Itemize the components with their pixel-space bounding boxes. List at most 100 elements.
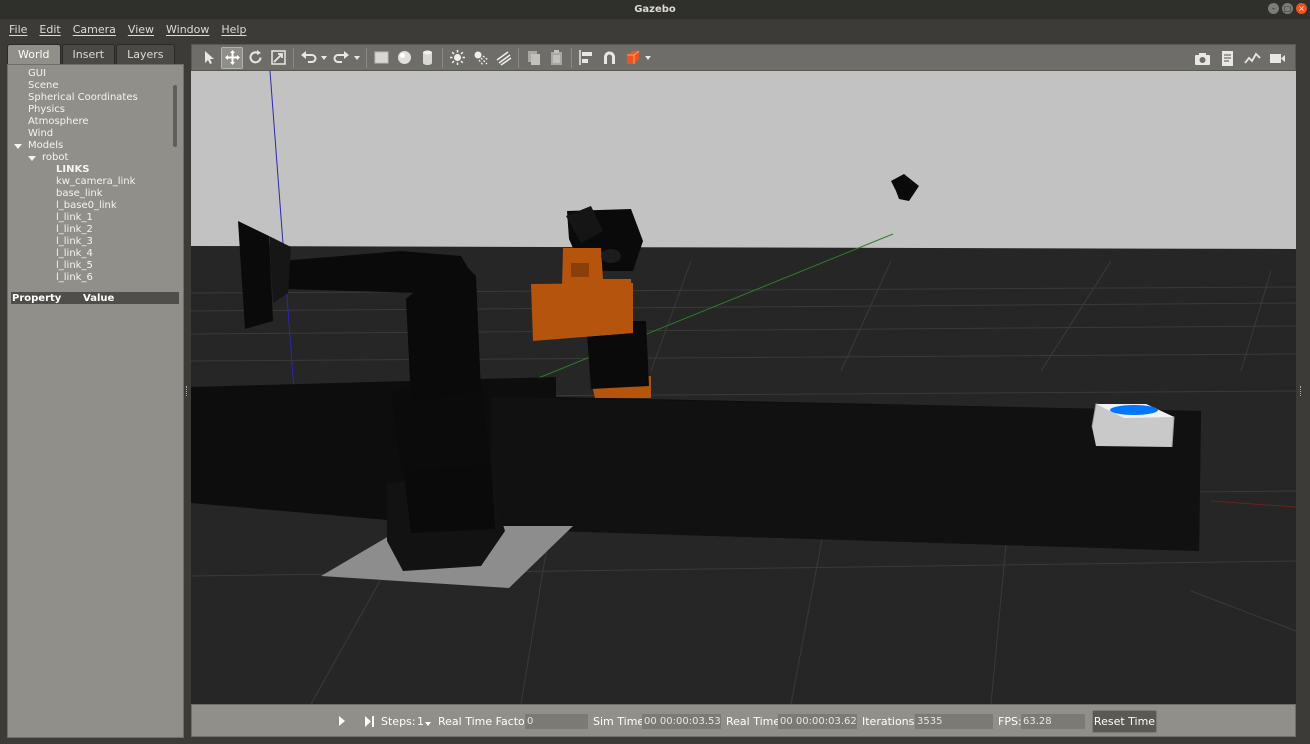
step-icon[interactable] bbox=[364, 716, 375, 727]
tree-scrollbar[interactable] bbox=[173, 85, 177, 147]
directional-light-icon[interactable] bbox=[492, 47, 514, 69]
redo-icon[interactable] bbox=[330, 47, 352, 69]
property-table-header: Property Value bbox=[11, 292, 179, 304]
tree-item[interactable]: l_link_4 bbox=[8, 248, 173, 260]
rotate-icon[interactable] bbox=[244, 47, 266, 69]
sphere-icon[interactable] bbox=[393, 47, 415, 69]
window-title: Gazebo bbox=[634, 4, 676, 15]
fps-label: FPS: bbox=[998, 715, 1022, 728]
menu-file[interactable]: File bbox=[3, 19, 33, 40]
tree-item-label: GUI bbox=[28, 68, 47, 79]
maximize-icon[interactable]: □ bbox=[1282, 3, 1293, 14]
redo-dropdown-icon[interactable] bbox=[353, 47, 361, 69]
tree-item-label: l_base0_link bbox=[56, 200, 117, 211]
iterations-label: Iterations: bbox=[862, 715, 919, 728]
tab-insert[interactable]: Insert bbox=[61, 44, 116, 64]
menu-view[interactable]: View bbox=[122, 19, 160, 40]
video-record-icon[interactable] bbox=[1266, 47, 1288, 69]
tree-item-label: l_link_6 bbox=[56, 272, 93, 283]
gazebo-window: Gazebo – □ × File Edit Camera View Windo… bbox=[0, 0, 1310, 744]
tree-item[interactable]: base_link bbox=[8, 188, 173, 200]
steps-value[interactable]: 1 bbox=[417, 705, 424, 738]
toolbar-separator bbox=[366, 47, 367, 68]
menu-window[interactable]: Window bbox=[160, 19, 215, 40]
toolbar bbox=[191, 44, 1296, 71]
real-time-field: 00 00:00:03.628 bbox=[778, 714, 857, 729]
target-marker bbox=[1110, 405, 1158, 415]
view-angle-icon[interactable] bbox=[621, 47, 643, 69]
tree-item[interactable]: robot bbox=[8, 152, 173, 164]
menu-bar: File Edit Camera View Window Help bbox=[0, 19, 1310, 40]
tree-item[interactable]: Models bbox=[8, 140, 173, 152]
steps-dropdown-icon[interactable] bbox=[425, 722, 431, 726]
view-angle-dropdown-icon[interactable] bbox=[644, 47, 652, 69]
left-splitter-handle[interactable] bbox=[186, 386, 188, 396]
tree-item[interactable]: kw_camera_link bbox=[8, 176, 173, 188]
spot-light-icon[interactable] bbox=[469, 47, 491, 69]
tree-item[interactable]: l_link_3 bbox=[8, 236, 173, 248]
tree-item[interactable]: l_link_2 bbox=[8, 224, 173, 236]
paste-icon[interactable] bbox=[545, 47, 567, 69]
tree-item-label: Spherical Coordinates bbox=[28, 92, 138, 103]
left-panel: World Insert Layers GUI Scene Spherical Co… bbox=[7, 44, 184, 738]
point-light-icon[interactable] bbox=[446, 47, 468, 69]
tree-item-label: l_link_1 bbox=[56, 212, 93, 223]
expand-caret-icon[interactable] bbox=[14, 144, 22, 149]
reset-time-button[interactable]: Reset Time bbox=[1092, 710, 1157, 733]
tab-world[interactable]: World bbox=[7, 44, 61, 64]
tree-item-label: Models bbox=[28, 140, 64, 151]
minimize-icon[interactable]: – bbox=[1268, 3, 1279, 14]
tree-item-label: l_link_3 bbox=[56, 236, 93, 247]
tree-item-label: Wind bbox=[28, 128, 54, 139]
menu-help[interactable]: Help bbox=[215, 19, 252, 40]
tree-item[interactable]: Spherical Coordinates bbox=[8, 92, 173, 104]
menu-camera[interactable]: Camera bbox=[67, 19, 122, 40]
world-tree: GUI Scene Spherical Coordinates Physics Atmo… bbox=[8, 68, 173, 290]
translate-icon[interactable] bbox=[221, 46, 243, 69]
tree-item[interactable]: Physics bbox=[8, 104, 173, 116]
tree-item-label: l_link_2 bbox=[56, 224, 93, 235]
right-splitter-handle[interactable] bbox=[1300, 386, 1302, 396]
panel-tabs: World Insert Layers bbox=[7, 44, 176, 64]
toolbar-right bbox=[1191, 47, 1289, 69]
tree-item[interactable]: l_link_1 bbox=[8, 212, 173, 224]
undo-icon[interactable] bbox=[297, 47, 319, 69]
tree-item[interactable]: l_link_6 bbox=[8, 272, 173, 284]
tree-item-label: kw_camera_link bbox=[56, 176, 136, 187]
real-time-factor-field: 0 bbox=[525, 714, 588, 729]
tree-item[interactable]: l_link_5 bbox=[8, 260, 173, 272]
plot-icon[interactable] bbox=[1241, 47, 1263, 69]
align-icon[interactable] bbox=[575, 47, 597, 69]
scale-icon[interactable] bbox=[267, 47, 289, 69]
tree-item[interactable]: l_base0_link bbox=[8, 200, 173, 212]
tab-layers[interactable]: Layers bbox=[116, 44, 175, 64]
tree-item[interactable]: Scene bbox=[8, 80, 173, 92]
fps-field: 63.28 bbox=[1021, 714, 1085, 729]
menu-edit[interactable]: Edit bbox=[33, 19, 66, 40]
screenshot-icon[interactable] bbox=[1191, 47, 1213, 69]
steps-label: Steps: bbox=[381, 715, 416, 728]
real-time-label: Real Time: bbox=[726, 715, 784, 728]
cylinder-icon[interactable] bbox=[416, 47, 438, 69]
snap-magnet-icon[interactable] bbox=[598, 47, 620, 69]
box-icon[interactable] bbox=[370, 47, 392, 69]
copy-icon[interactable] bbox=[522, 47, 544, 69]
tree-item[interactable]: GUI bbox=[8, 68, 173, 80]
3d-viewport[interactable] bbox=[191, 71, 1296, 704]
expand-caret-icon[interactable] bbox=[28, 156, 36, 161]
play-icon[interactable] bbox=[339, 716, 345, 726]
tree-item-label: LINKS bbox=[56, 164, 90, 175]
tree-item[interactable]: LINKS bbox=[8, 164, 173, 176]
toolbar-separator bbox=[293, 47, 294, 68]
tree-item[interactable]: Wind bbox=[8, 128, 173, 140]
title-bar: Gazebo – □ × bbox=[0, 0, 1310, 19]
log-icon[interactable] bbox=[1216, 47, 1238, 69]
tree-item[interactable]: Atmosphere bbox=[8, 116, 173, 128]
undo-dropdown-icon[interactable] bbox=[320, 47, 328, 69]
close-icon[interactable]: × bbox=[1296, 3, 1307, 14]
window-controls: – □ × bbox=[1268, 3, 1307, 14]
tree-item-label: Physics bbox=[28, 104, 65, 115]
select-arrow-icon[interactable] bbox=[198, 47, 220, 69]
value-column-header: Value bbox=[83, 292, 115, 304]
tree-item-label: base_link bbox=[56, 188, 103, 199]
